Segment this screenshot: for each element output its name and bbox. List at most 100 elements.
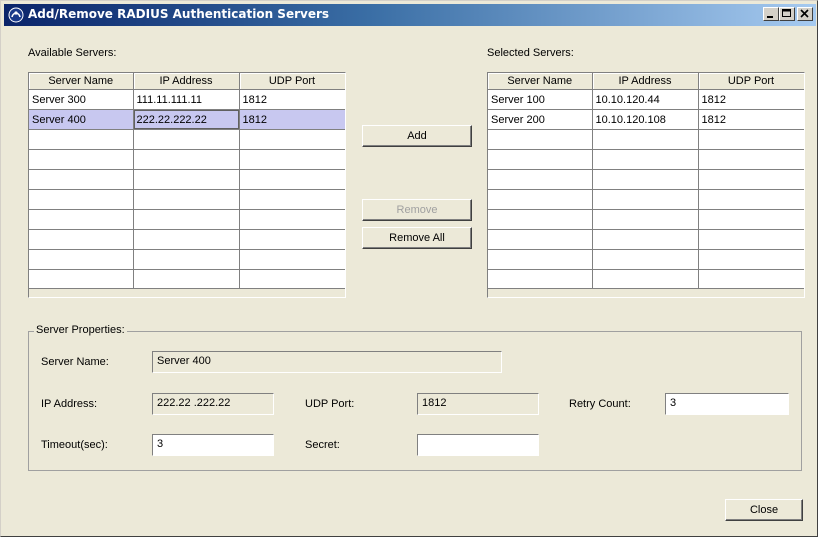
table-cell[interactable] <box>488 209 593 230</box>
table-cell[interactable]: Server 100 <box>488 89 593 110</box>
empty-table-row[interactable] <box>29 209 345 230</box>
table-cell[interactable] <box>488 149 593 170</box>
column-header[interactable]: UDP Port <box>698 73 804 90</box>
table-cell[interactable] <box>488 169 593 190</box>
table-cell[interactable] <box>29 269 134 290</box>
table-cell[interactable]: 1812 <box>239 89 345 110</box>
table-cell[interactable] <box>29 129 134 150</box>
table-cell[interactable] <box>239 269 345 290</box>
timeout-input[interactable]: 3 <box>152 434 274 456</box>
table-cell[interactable] <box>29 189 134 210</box>
table-cell[interactable] <box>239 129 345 150</box>
empty-table-row[interactable] <box>488 129 804 150</box>
close-button[interactable]: Close <box>725 499 803 521</box>
table-row[interactable]: Server 300 111.11.111.11 1812 <box>29 89 345 110</box>
remove-button[interactable]: Remove <box>362 199 472 221</box>
table-cell[interactable] <box>133 269 240 290</box>
table-cell[interactable]: 111.11.111.11 <box>133 89 240 110</box>
selected-servers-table[interactable]: Server Name IP Address UDP Port Server 100… <box>487 72 805 298</box>
empty-table-row[interactable] <box>29 269 345 290</box>
table-scrollbar[interactable] <box>29 288 345 297</box>
table-cell[interactable] <box>239 169 345 190</box>
table-cell[interactable] <box>698 209 804 230</box>
table-cell[interactable] <box>29 229 134 250</box>
table-cell[interactable] <box>488 269 593 290</box>
retry-count-input[interactable]: 3 <box>665 393 789 415</box>
table-cell[interactable] <box>133 209 240 230</box>
add-button[interactable]: Add <box>362 125 472 147</box>
empty-table-row[interactable] <box>488 189 804 210</box>
table-cell[interactable] <box>698 269 804 290</box>
table-cell[interactable] <box>592 269 699 290</box>
table-cell[interactable] <box>592 249 699 270</box>
table-cell[interactable]: 222.22.222.22 <box>133 109 240 130</box>
remove-all-button[interactable]: Remove All <box>362 227 472 249</box>
table-cell[interactable] <box>29 169 134 190</box>
available-servers-table[interactable]: Server Name IP Address UDP Port Server 300… <box>28 72 346 298</box>
table-cell[interactable]: 1812 <box>239 109 345 130</box>
table-cell[interactable] <box>592 169 699 190</box>
table-cell[interactable]: Server 400 <box>29 109 134 130</box>
empty-table-row[interactable] <box>488 209 804 230</box>
table-cell[interactable] <box>592 149 699 170</box>
table-cell[interactable] <box>592 209 699 230</box>
table-cell[interactable] <box>133 129 240 150</box>
empty-table-row[interactable] <box>488 269 804 290</box>
table-cell[interactable] <box>488 129 593 150</box>
empty-table-row[interactable] <box>29 189 345 210</box>
maximize-button[interactable] <box>779 7 795 21</box>
table-cell[interactable] <box>698 189 804 210</box>
table-cell[interactable] <box>29 249 134 270</box>
table-cell[interactable] <box>698 229 804 250</box>
column-header[interactable]: UDP Port <box>239 73 345 90</box>
empty-table-row[interactable] <box>29 249 345 270</box>
minimize-button[interactable] <box>763 7 779 21</box>
table-cell[interactable] <box>239 249 345 270</box>
column-header[interactable]: Server Name <box>488 73 593 90</box>
empty-table-row[interactable] <box>488 229 804 250</box>
empty-table-row[interactable] <box>488 249 804 270</box>
empty-table-row[interactable] <box>29 169 345 190</box>
table-cell[interactable] <box>29 149 134 170</box>
table-row[interactable]: Server 400 222.22.222.22 1812 <box>29 109 345 130</box>
table-cell[interactable]: 1812 <box>698 109 804 130</box>
table-row[interactable]: Server 200 10.10.120.108 1812 <box>488 109 804 130</box>
table-cell[interactable] <box>592 229 699 250</box>
empty-table-row[interactable] <box>29 149 345 170</box>
column-header[interactable]: Server Name <box>29 73 134 90</box>
table-cell[interactable]: Server 200 <box>488 109 593 130</box>
empty-table-row[interactable] <box>488 169 804 190</box>
table-cell[interactable]: 10.10.120.44 <box>592 89 699 110</box>
table-scrollbar[interactable] <box>488 288 804 297</box>
table-cell[interactable] <box>592 189 699 210</box>
empty-table-row[interactable] <box>488 149 804 170</box>
table-cell[interactable] <box>592 129 699 150</box>
table-cell[interactable] <box>133 249 240 270</box>
table-cell[interactable] <box>698 249 804 270</box>
table-cell[interactable] <box>698 129 804 150</box>
table-row[interactable]: Server 100 10.10.120.44 1812 <box>488 89 804 110</box>
table-cell[interactable] <box>239 209 345 230</box>
column-header[interactable]: IP Address <box>592 73 699 90</box>
table-cell[interactable] <box>29 209 134 230</box>
title-bar[interactable]: Add/Remove RADIUS Authentication Servers <box>4 4 816 26</box>
close-window-button[interactable] <box>797 7 813 21</box>
table-cell[interactable] <box>698 169 804 190</box>
table-cell[interactable] <box>488 189 593 210</box>
secret-input[interactable] <box>417 434 539 456</box>
table-cell[interactable] <box>239 149 345 170</box>
table-cell[interactable]: Server 300 <box>29 89 134 110</box>
table-cell[interactable] <box>488 229 593 250</box>
table-cell[interactable] <box>133 169 240 190</box>
table-cell[interactable] <box>239 189 345 210</box>
table-cell[interactable] <box>239 229 345 250</box>
column-header[interactable]: IP Address <box>133 73 240 90</box>
table-cell[interactable] <box>133 149 240 170</box>
table-cell[interactable] <box>133 229 240 250</box>
table-cell[interactable] <box>488 249 593 270</box>
table-cell[interactable] <box>133 189 240 210</box>
table-cell[interactable] <box>698 149 804 170</box>
table-cell[interactable]: 10.10.120.108 <box>592 109 699 130</box>
empty-table-row[interactable] <box>29 129 345 150</box>
empty-table-row[interactable] <box>29 229 345 250</box>
